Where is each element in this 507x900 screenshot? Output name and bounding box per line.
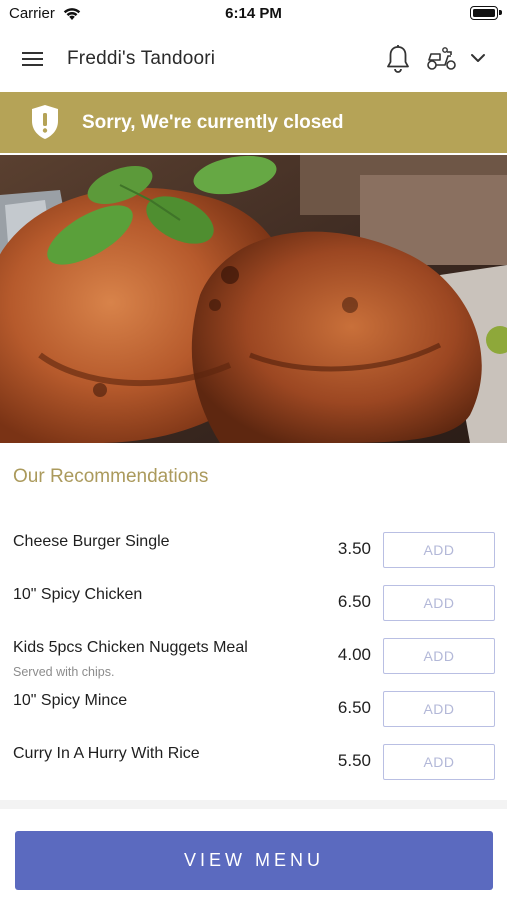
closed-banner: Sorry, We're currently closed <box>0 92 507 153</box>
divider <box>0 800 507 809</box>
item-price: 5.50 <box>337 751 371 770</box>
add-button[interactable]: ADD <box>383 691 495 727</box>
item-name: Curry In A Hurry With Rice <box>13 745 200 762</box>
add-button[interactable]: ADD <box>383 532 495 568</box>
add-button[interactable]: ADD <box>383 585 495 621</box>
clock: 6:14 PM <box>225 5 282 22</box>
add-button[interactable]: ADD <box>383 744 495 780</box>
list-item: 10" Spicy Mince 6.50 ADD <box>0 684 507 737</box>
tandoori-chicken-image <box>0 155 507 443</box>
closed-message: Sorry, We're currently closed <box>82 112 344 133</box>
shield-exclamation-icon <box>32 105 58 139</box>
item-name: 10" Spicy Chicken <box>13 586 143 603</box>
recommendations-title: Our Recommendations <box>13 466 209 487</box>
menu-icon[interactable] <box>20 48 46 70</box>
item-name: Kids 5pcs Chicken Nuggets Meal <box>13 639 248 656</box>
item-price: 6.50 <box>337 592 371 611</box>
list-item: Curry In A Hurry With Rice 5.50 ADD <box>0 737 507 790</box>
item-price: 6.50 <box>337 698 371 717</box>
delivery-scooter-icon[interactable] <box>426 46 458 72</box>
hero-illustration <box>0 155 507 443</box>
bell-icon[interactable] <box>385 44 411 74</box>
item-name: 10" Spicy Mince <box>13 692 128 709</box>
item-name: Cheese Burger Single <box>13 533 170 550</box>
list-item: Cheese Burger Single 3.50 ADD <box>0 525 507 578</box>
item-price: 3.50 <box>337 539 371 558</box>
view-menu-button[interactable]: VIEW MENU <box>15 831 493 890</box>
list-item: Kids 5pcs Chicken Nuggets Meal Served wi… <box>0 631 507 684</box>
item-description: Served with chips. <box>13 665 115 679</box>
list-item: 10" Spicy Chicken 6.50 ADD <box>0 578 507 631</box>
chevron-down-icon[interactable] <box>469 50 487 66</box>
page-title: Freddi's Tandoori <box>67 48 216 69</box>
status-bar: Carrier 6:14 PM <box>0 0 507 28</box>
add-button[interactable]: ADD <box>383 638 495 674</box>
app-header: Freddi's Tandoori <box>0 28 507 92</box>
item-price: 4.00 <box>337 645 371 664</box>
recommendations-list: Cheese Burger Single 3.50 ADD 10" Spicy … <box>0 525 507 790</box>
battery-icon <box>470 6 502 20</box>
